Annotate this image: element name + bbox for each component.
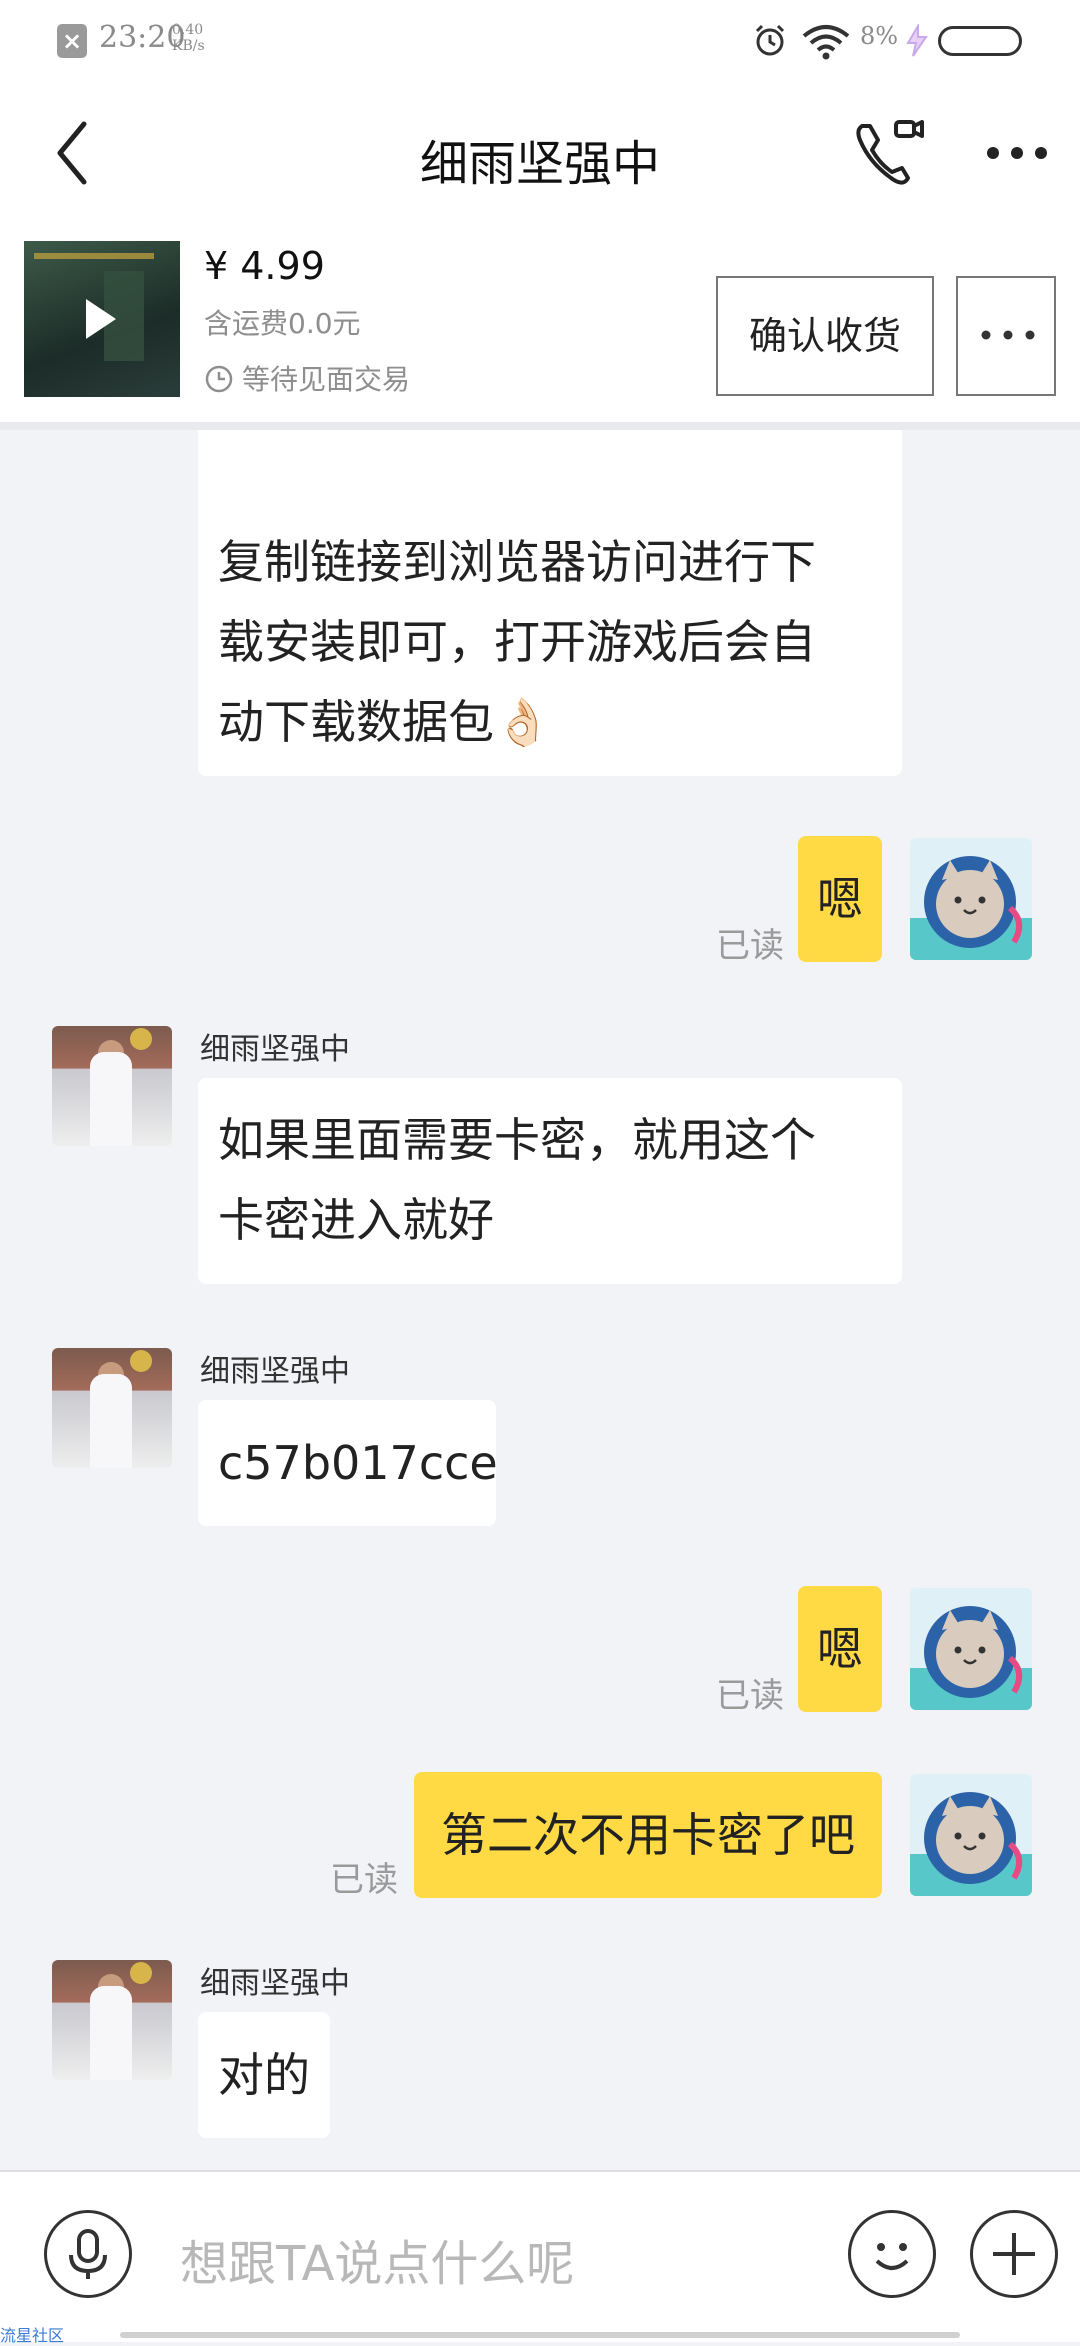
message-bubble[interactable]: c57b017cce bbox=[198, 1400, 498, 1526]
contact-avatar[interactable] bbox=[52, 1960, 172, 2080]
product-card[interactable]: ¥ 4.99 含运费0.0元 等待见面交易 确认收货 bbox=[0, 236, 1080, 430]
emoji-button[interactable] bbox=[848, 2210, 936, 2298]
trade-status: 等待见面交易 bbox=[242, 363, 411, 396]
product-price: ¥ 4.99 bbox=[204, 244, 325, 288]
net-speed-value: 0.40 bbox=[172, 22, 204, 38]
message-line: 嗯 bbox=[817, 872, 863, 926]
page-title: 细雨坚强中 bbox=[419, 136, 660, 192]
back-arrow-icon[interactable] bbox=[52, 118, 92, 188]
sender-name: 细雨坚强中 bbox=[200, 1032, 350, 1067]
confirm-receipt-button[interactable]: 确认收货 bbox=[716, 276, 934, 396]
message-line: 对的 bbox=[218, 2048, 310, 2102]
message-bubble[interactable]: 嗯 bbox=[798, 836, 882, 962]
wifi-icon bbox=[802, 25, 850, 60]
my-avatar[interactable] bbox=[910, 1588, 1032, 1710]
microphone-icon bbox=[69, 2229, 107, 2279]
shipping-fee: 含运费0.0元 bbox=[204, 307, 361, 340]
message-bubble[interactable]: 如果里面需要卡密，就用这个 卡密进入就好 bbox=[198, 1078, 902, 1284]
sender-name: 细雨坚强中 bbox=[200, 1966, 350, 2001]
message-line: 第二次不用卡密了吧 bbox=[441, 1808, 855, 1862]
title-bar: 细雨坚强中 bbox=[0, 84, 1080, 236]
more-icon bbox=[981, 330, 1035, 340]
battery-icon bbox=[938, 26, 1022, 56]
contact-avatar[interactable] bbox=[52, 1348, 172, 1468]
read-receipt: 已读 bbox=[330, 1860, 398, 1900]
status-bar: × 23:20 0.40 KB/s 8% bbox=[0, 0, 1080, 84]
video-call-icon[interactable] bbox=[852, 116, 926, 190]
message-line: 载安装即可，打开游戏后会自 bbox=[218, 615, 816, 669]
clock-icon bbox=[205, 365, 233, 393]
product-more-button[interactable] bbox=[956, 276, 1056, 396]
watermark: 流星社区 bbox=[0, 2326, 65, 2345]
cat-avatar-icon bbox=[910, 1792, 1032, 1896]
battery-percent: 8% bbox=[860, 22, 899, 50]
voice-button[interactable] bbox=[44, 2210, 132, 2298]
my-avatar[interactable] bbox=[910, 1774, 1032, 1896]
message-bubble[interactable]: 对的 bbox=[198, 2012, 330, 2138]
message-input[interactable]: 想跟TA说点什么呢 bbox=[180, 2224, 574, 2294]
product-thumbnail[interactable] bbox=[24, 241, 180, 397]
plus-icon bbox=[993, 2233, 1035, 2275]
my-avatar[interactable] bbox=[910, 838, 1032, 960]
charging-icon bbox=[906, 24, 928, 57]
message-line: 嗯 bbox=[817, 1622, 863, 1676]
more-actions-button[interactable] bbox=[970, 2210, 1058, 2298]
net-speed-unit: KB/s bbox=[172, 38, 205, 54]
read-receipt: 已读 bbox=[716, 926, 784, 966]
message-line: 复制链接到浏览器访问进行下 bbox=[218, 535, 816, 589]
play-icon bbox=[86, 299, 116, 339]
more-icon[interactable] bbox=[984, 144, 1050, 162]
message-bubble[interactable]: 嗯 bbox=[798, 1586, 882, 1712]
net-speed: 0.40 KB/s bbox=[172, 22, 205, 54]
cat-avatar-icon bbox=[910, 1606, 1032, 1710]
sender-name: 细雨坚强中 bbox=[200, 1354, 350, 1389]
message-line: 卡密进入就好 bbox=[218, 1193, 494, 1247]
message-line: 动下载数据包👌🏻 bbox=[218, 695, 552, 749]
cat-avatar-icon bbox=[910, 856, 1032, 960]
read-receipt: 已读 bbox=[716, 1676, 784, 1716]
scrollbar[interactable] bbox=[120, 2332, 960, 2338]
message-bubble[interactable]: 第二次不用卡密了吧 bbox=[414, 1772, 882, 1898]
alarm-icon bbox=[755, 24, 785, 56]
message-bubble[interactable]: 复制链接到浏览器访问进行下 载安装即可，打开游戏后会自 动下载数据包👌🏻 bbox=[198, 430, 902, 776]
message-line: c57b017cce bbox=[218, 1436, 498, 1490]
emoji-icon bbox=[875, 2243, 909, 2270]
contact-avatar[interactable] bbox=[52, 1026, 172, 1146]
input-bar: 想跟TA说点什么呢 流星社区 bbox=[0, 2170, 1080, 2345]
notification-close-icon: × bbox=[57, 24, 87, 58]
message-line: 如果里面需要卡密，就用这个 bbox=[218, 1113, 816, 1167]
